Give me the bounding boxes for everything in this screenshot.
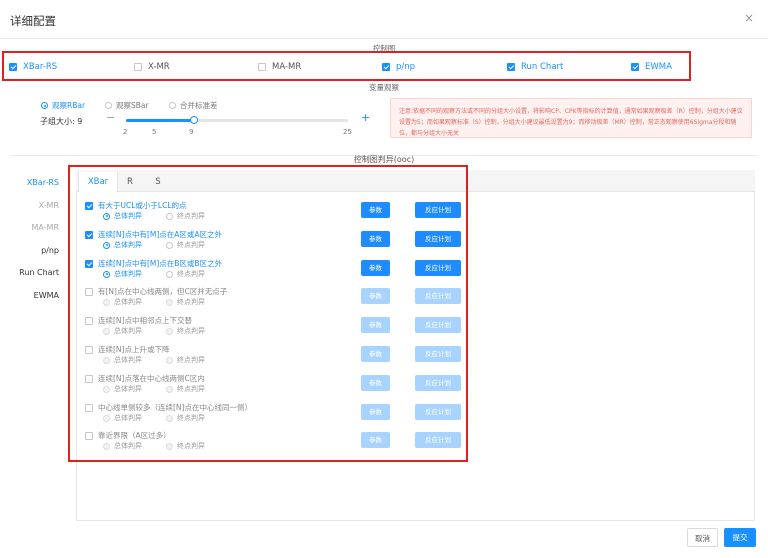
radio-label: 观察RBar (52, 101, 86, 110)
slider-tick: 5 (152, 128, 157, 136)
chart-type-run-chart[interactable]: Run Chart (507, 62, 563, 72)
highlight-box-chart-types (2, 51, 691, 81)
radio-icon[interactable] (105, 102, 112, 109)
checkbox-icon[interactable] (258, 63, 266, 71)
cancel-button[interactable]: 取消 (687, 528, 718, 547)
checkbox-icon[interactable] (382, 63, 390, 71)
slider-tick: 25 (343, 128, 352, 136)
radio-observe-rbar[interactable]: 观察RBar (41, 100, 85, 111)
checkbox-icon[interactable] (631, 63, 639, 71)
chart-type-p-np[interactable]: p/np (382, 62, 415, 72)
radio-observe-sbar[interactable]: 观察SBar (105, 100, 149, 111)
chart-type-xbar-rs[interactable]: XBar-RS (9, 62, 57, 72)
close-icon[interactable]: × (744, 12, 754, 24)
chart-type-ma-mr[interactable]: MA-MR (258, 62, 301, 72)
nav-xbar-rs[interactable]: XBar-RS (27, 178, 59, 187)
highlight-box-rules (68, 165, 468, 462)
nav-ewma[interactable]: EWMA (34, 291, 59, 300)
section-title-variable-observation: 变量观察 (369, 83, 399, 92)
slider-tick: 9 (189, 128, 194, 136)
radio-icon[interactable] (169, 102, 176, 109)
chart-type-x-mr[interactable]: X-MR (134, 62, 170, 72)
slider-fill (126, 119, 194, 122)
header-divider (0, 38, 768, 39)
slider-minus-icon[interactable]: − (106, 111, 115, 124)
checkbox-icon[interactable] (134, 63, 142, 71)
radio-icon[interactable] (41, 102, 48, 109)
nav-x-mr[interactable]: X-MR (39, 201, 59, 210)
nav-p-np[interactable]: p/np (41, 246, 59, 255)
chart-type-label: p/np (396, 62, 416, 72)
subgroup-size-label: 子组大小: 9 (40, 117, 83, 126)
nav-ma-mr[interactable]: MA-MR (31, 223, 59, 232)
warning-notice: 注意:依据不同的观察方法或不同的分组大小设置，将影响CP、CPK等指标的计算值，… (390, 98, 752, 138)
chart-type-label: EWMA (645, 62, 672, 72)
checkbox-icon[interactable] (507, 63, 515, 71)
submit-button[interactable]: 提交 (724, 528, 756, 547)
slider-handle[interactable] (189, 116, 198, 124)
radio-pooled-std[interactable]: 合并标准差 (169, 100, 218, 111)
slider-plus-icon[interactable]: + (361, 111, 370, 124)
section-title-ooc: 控制图判异(ooc) (353, 155, 415, 164)
slider-tick: 2 (123, 128, 128, 136)
checkbox-icon[interactable] (9, 63, 17, 71)
chart-type-label: X-MR (148, 62, 170, 72)
chart-type-ewma[interactable]: EWMA (631, 62, 672, 72)
chart-type-label: XBar-RS (23, 62, 58, 72)
radio-label: 观察SBar (116, 101, 149, 110)
chart-type-label: MA-MR (272, 62, 302, 72)
dialog-title: 详细配置 (10, 14, 56, 28)
chart-type-label: Run Chart (521, 62, 564, 72)
radio-label: 合并标准差 (180, 101, 218, 110)
nav-run-chart[interactable]: Run Chart (19, 268, 59, 277)
